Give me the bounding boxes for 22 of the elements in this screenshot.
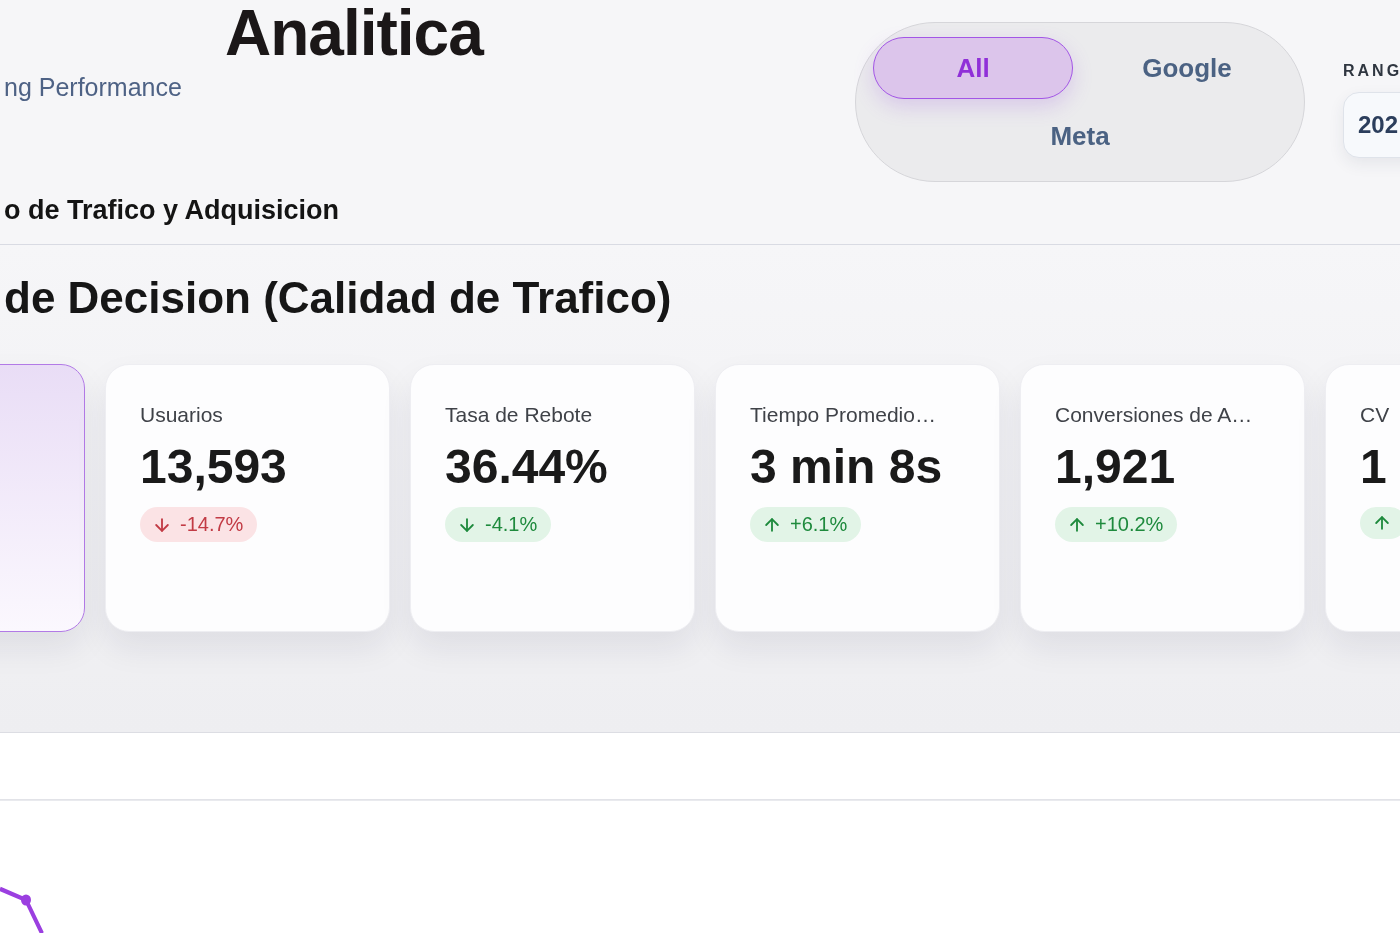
- kpi-label: CV: [1360, 402, 1390, 427]
- section-heading: de Decision (Calidad de Trafico): [3, 273, 672, 324]
- kpi-value: 1: [1360, 440, 1387, 494]
- kpi-label: Conversiones de A…: [1055, 402, 1253, 427]
- trend-value: -14.7%: [180, 513, 244, 537]
- trend-value: +10.2%: [1095, 513, 1164, 537]
- kpi-value: 13,593: [140, 440, 287, 494]
- kpi-value: 3 min 8s: [750, 440, 943, 494]
- trend-value: +6.1%: [790, 513, 848, 537]
- kpi-label: Usuarios: [140, 402, 223, 427]
- trend-value: -4.1%: [485, 513, 538, 537]
- date-range-field[interactable]: 202: [1343, 92, 1400, 158]
- filter-tab[interactable]: All: [873, 37, 1073, 99]
- filter-tab[interactable]: Google: [1087, 37, 1287, 99]
- app-title: Analitica: [225, 0, 483, 68]
- app-subtitle: ng Performance: [3, 73, 182, 103]
- kpi-value: 1,921: [1055, 440, 1176, 494]
- section-title: o de Trafico y Adquisicion: [3, 195, 340, 227]
- kpi-label: Tiempo Promedio…: [750, 402, 936, 427]
- kpi-label: Tasa de Rebote: [445, 402, 593, 427]
- filter-tab[interactable]: Meta: [980, 105, 1180, 167]
- kpi-value: 36.44%: [445, 440, 608, 494]
